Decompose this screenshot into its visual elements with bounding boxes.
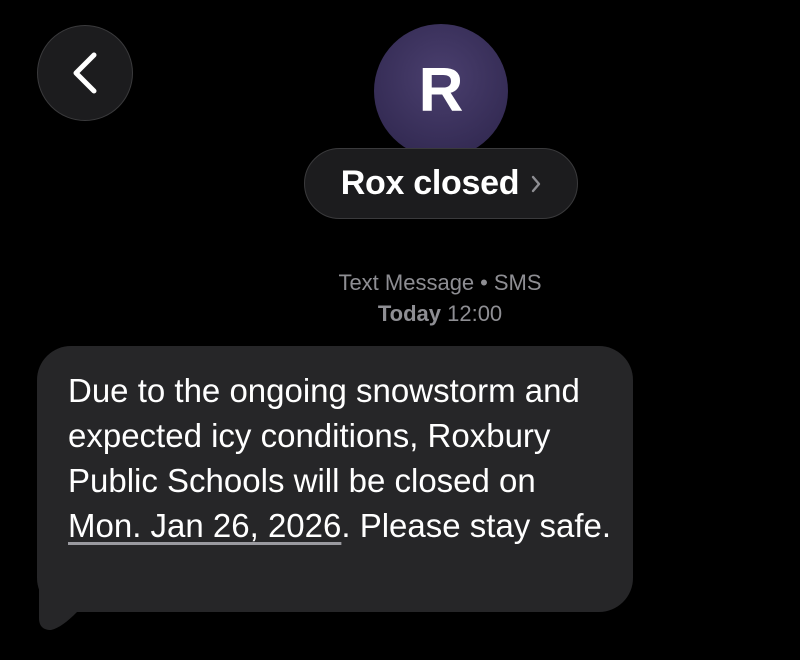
service-type: Text Message xyxy=(338,270,475,295)
timestamp-time: 12:00 xyxy=(447,301,503,326)
chevron-right-icon xyxy=(531,175,541,193)
contact-name-button[interactable]: Rox closed xyxy=(304,148,578,219)
timestamp-day: Today xyxy=(377,301,441,326)
message-text-end: . Please stay safe. xyxy=(341,507,612,544)
date-link[interactable]: Mon. Jan 26, 2026 xyxy=(68,507,341,544)
message-timestamp: Today 12:00 xyxy=(0,301,800,327)
contact-name: Rox closed xyxy=(340,164,520,202)
protocol-type: SMS xyxy=(493,270,542,295)
message-service-label: Text Message • SMS xyxy=(0,270,800,296)
message-text: Due to the ongoing snowstorm and expecte… xyxy=(68,372,580,499)
avatar[interactable]: R xyxy=(374,24,508,158)
separator-dot: • xyxy=(480,270,488,295)
chevron-left-icon xyxy=(70,51,100,95)
message-bubble[interactable]: Due to the ongoing snowstorm and expecte… xyxy=(37,346,633,612)
bubble-tail xyxy=(39,588,77,630)
back-button[interactable] xyxy=(37,25,133,121)
avatar-initial: R xyxy=(418,56,464,125)
